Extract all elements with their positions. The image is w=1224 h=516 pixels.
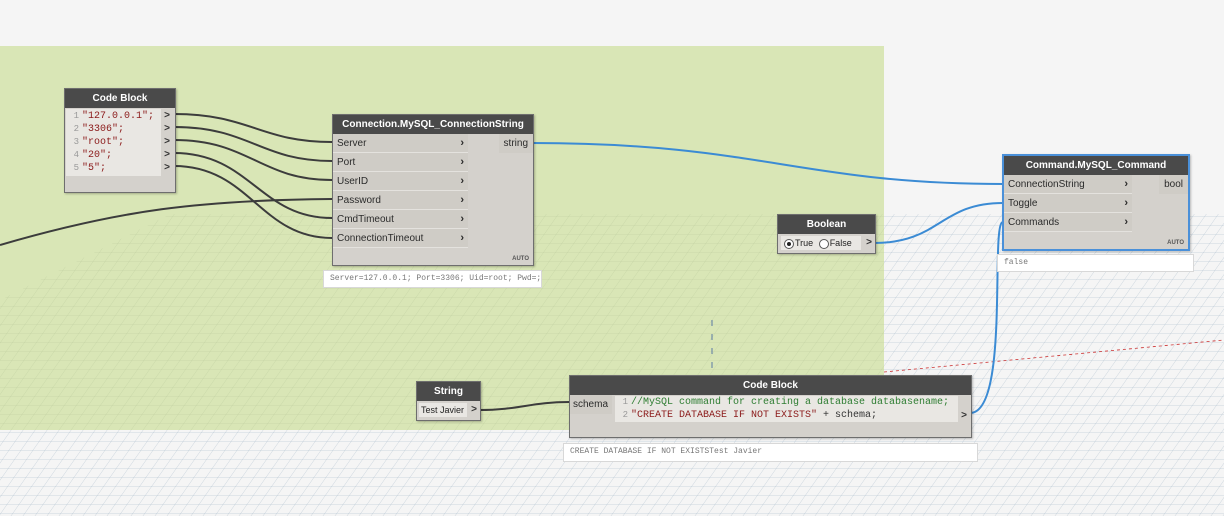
code-editor-1[interactable]: 1 "127.0.0.1"; 2 "3306"; 3 "root"; 4 "20"; 5…: [66, 109, 161, 176]
output-port-2[interactable]: >: [162, 122, 172, 135]
input-port-toggle[interactable]: Toggle ›: [1004, 194, 1132, 213]
radio-true[interactable]: [784, 238, 794, 249]
chevron-right-icon: ›: [460, 175, 464, 187]
code-line: 2 "CREATE DATABASE IF NOT EXISTS" + schem…: [615, 409, 958, 422]
input-port-userid[interactable]: UserID ›: [333, 172, 468, 191]
port-label: Toggle: [1008, 198, 1038, 209]
code-editor-2[interactable]: 1//MySQL command for creating a database…: [615, 396, 958, 422]
output-port[interactable]: >: [959, 409, 969, 422]
node-title: Command.MySQL_Command: [1004, 156, 1188, 175]
chevron-right-icon: ›: [1124, 178, 1128, 190]
code-line: 1 "127.0.0.1";: [66, 110, 161, 123]
code-line: 5 "5";: [66, 162, 161, 175]
chevron-right-icon: ›: [460, 232, 464, 244]
code-line: 4 "20";: [66, 149, 161, 162]
output-port-string[interactable]: >: [469, 403, 479, 417]
chevron-right-icon: ›: [460, 194, 464, 206]
line-number: 5: [73, 163, 79, 173]
port-label: UserID: [337, 176, 369, 187]
input-port-port[interactable]: Port ›: [333, 153, 468, 172]
input-port-commands[interactable]: Commands ›: [1004, 213, 1132, 232]
line-number: 1: [622, 397, 628, 407]
preview-bubble[interactable]: CREATE DATABASE IF NOT EXISTSTest Javier: [563, 443, 978, 462]
boolean-node[interactable]: Boolean True False >: [777, 214, 876, 254]
code-text: "127.0.0.1";: [82, 111, 155, 122]
node-title: Boolean: [778, 215, 875, 234]
chevron-right-icon: ›: [1124, 216, 1128, 228]
output-port-1[interactable]: >: [162, 109, 172, 122]
input-port-cmdtimeout[interactable]: CmdTimeout ›: [333, 210, 468, 229]
code-comment: //MySQL command for creating a database …: [631, 397, 950, 408]
input-port-server[interactable]: Server ›: [333, 134, 468, 153]
input-port-password[interactable]: Password ›: [333, 191, 468, 210]
port-label: CmdTimeout: [337, 214, 394, 225]
port-label: ConnectionString: [1008, 179, 1085, 190]
chevron-right-icon: ›: [1124, 197, 1128, 209]
code-line: 1//MySQL command for creating a database…: [615, 396, 958, 409]
lacing-indicator: AUTO: [512, 256, 529, 262]
node-title: Connection.MySQL_ConnectionString: [333, 115, 533, 134]
line-number: 1: [73, 111, 79, 121]
code-block-title: Code Block: [65, 89, 175, 108]
chevron-right-icon: ›: [460, 137, 464, 149]
boolean-options: True False: [781, 236, 861, 250]
radio-dot: [787, 241, 791, 246]
input-port-schema[interactable]: schema: [570, 395, 612, 414]
true-label: True: [795, 238, 814, 248]
false-label: False: [829, 238, 852, 248]
input-port-connectiontimeout[interactable]: ConnectionTimeout ›: [333, 229, 468, 248]
output-port-3[interactable]: >: [162, 135, 172, 148]
line-number: 2: [622, 410, 628, 420]
code-text: "5";: [82, 163, 107, 174]
preview-bubble[interactable]: false: [997, 254, 1194, 272]
chevron-right-icon: ›: [460, 213, 464, 225]
code-block-title: Code Block: [570, 376, 971, 395]
port-label: Port: [337, 157, 356, 168]
port-label: schema: [573, 399, 609, 410]
code-block-node-2[interactable]: Code Block schema 1//MySQL command for c…: [569, 375, 972, 438]
code-string: "CREATE DATABASE IF NOT EXISTS": [631, 410, 818, 421]
port-label: Commands: [1008, 217, 1060, 228]
line-number: 4: [73, 150, 79, 160]
lacing-indicator: AUTO: [1167, 240, 1184, 246]
code-line: 2 "3306";: [66, 123, 161, 136]
line-number: 3: [73, 137, 79, 147]
port-label: ConnectionTimeout: [337, 233, 424, 244]
code-text: "root";: [82, 137, 125, 148]
string-node[interactable]: String Test Javier >: [416, 381, 481, 421]
preview-bubble[interactable]: Server=127.0.0.1; Port=3306; Uid=root; P…: [323, 270, 542, 288]
output-port-4[interactable]: >: [162, 148, 172, 161]
port-label: Server: [337, 138, 367, 149]
port-label: Password: [337, 195, 381, 206]
code-line: 3 "root";: [66, 136, 161, 149]
code-text: "3306";: [82, 124, 125, 135]
output-port-string[interactable]: string: [498, 134, 533, 153]
string-value-input[interactable]: Test Javier: [419, 403, 467, 417]
code-text: "20";: [82, 150, 113, 161]
mysql-command-node[interactable]: Command.MySQL_Command ConnectionString › …: [1002, 154, 1190, 251]
output-port-bool[interactable]: bool: [1159, 175, 1188, 194]
output-port-5[interactable]: >: [162, 161, 172, 174]
input-port-connectionstring[interactable]: ConnectionString ›: [1004, 175, 1132, 194]
radio-false[interactable]: [818, 238, 829, 249]
code-block-node-1[interactable]: Code Block 1 "127.0.0.1"; 2 "3306"; 3 "root…: [64, 88, 176, 193]
connection-string-node[interactable]: Connection.MySQL_ConnectionString Server…: [332, 114, 534, 266]
node-title: String: [417, 382, 480, 401]
output-port-bool[interactable]: >: [864, 236, 874, 250]
code-text: + schema;: [817, 410, 878, 421]
line-number: 2: [73, 124, 79, 134]
chevron-right-icon: ›: [460, 156, 464, 168]
